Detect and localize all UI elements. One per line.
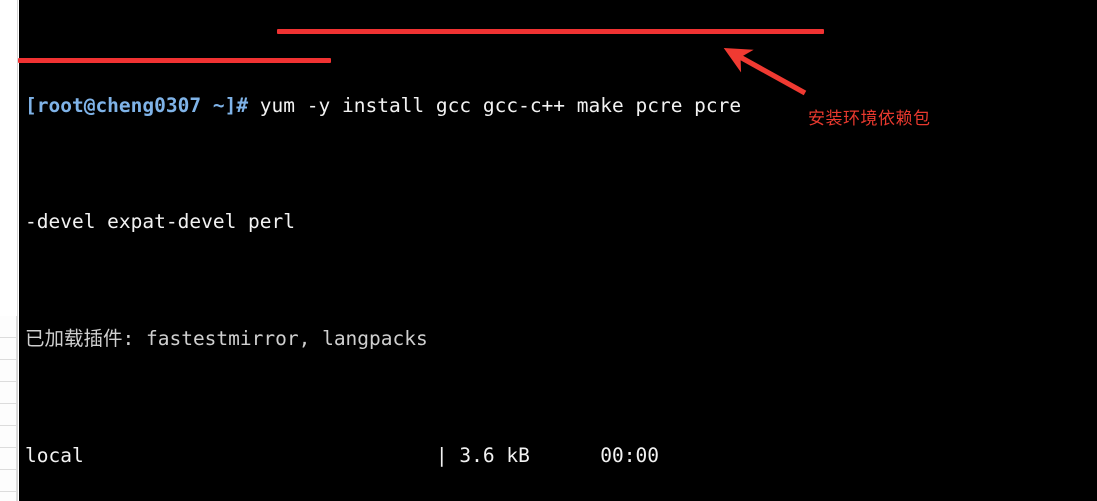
gutter-cell	[0, 404, 17, 426]
terminal-line-text: 已加载插件: fastestmirror, langpacks	[25, 327, 428, 351]
terminal-line-plugins: 已加载插件: fastestmirror, langpacks	[25, 324, 741, 353]
gutter-cell	[0, 492, 17, 501]
gutter-cell	[0, 316, 17, 338]
terminal-line-command-wrap: -devel expat-devel perl	[25, 207, 741, 236]
terminal-line-text: -devel expat-devel perl	[25, 210, 296, 234]
terminal-line-text: local | 3.6 kB 00:00	[25, 444, 659, 467]
gutter-cell	[0, 426, 17, 448]
terminal-screenshot: [root@cheng0307 ~]# yum -y install gcc g…	[0, 0, 1097, 501]
terminal-window[interactable]: [root@cheng0307 ~]# yum -y install gcc g…	[19, 0, 1097, 501]
gutter-cell	[0, 448, 17, 470]
gutter-cell	[0, 382, 17, 404]
terminal-line-repo-local: local | 3.6 kB 00:00	[25, 441, 741, 470]
terminal-output: [root@cheng0307 ~]# yum -y install gcc g…	[19, 0, 741, 501]
gutter-row-headers	[0, 316, 17, 501]
gutter-cell	[0, 338, 17, 360]
left-gutter-strip	[0, 0, 18, 501]
gutter-cell	[0, 360, 17, 382]
shell-command: yum -y install gcc gcc-c++ make pcre pcr…	[248, 93, 742, 117]
shell-prompt: [root@cheng0307 ~]#	[25, 93, 249, 117]
terminal-prompt-line: [root@cheng0307 ~]# yum -y install gcc g…	[25, 91, 741, 120]
gutter-cell	[0, 470, 17, 492]
